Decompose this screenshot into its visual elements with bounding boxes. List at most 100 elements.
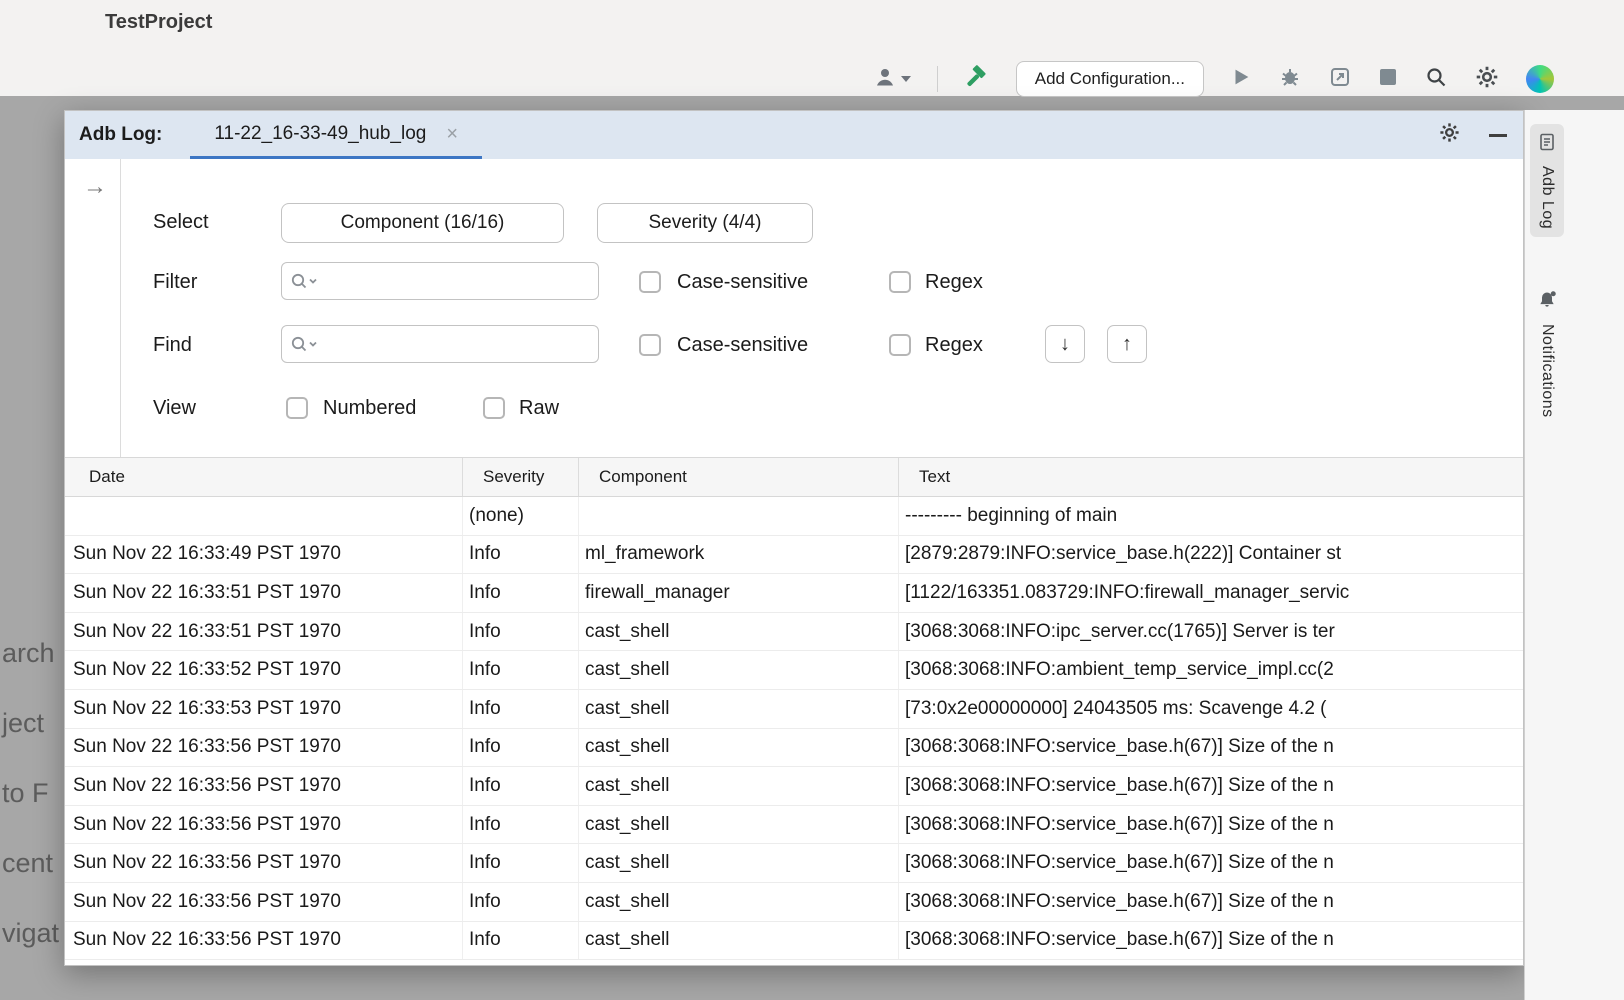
find-previous-button[interactable]: ↑ (1107, 325, 1147, 363)
severity-filter-button[interactable]: Severity (4/4) (597, 203, 813, 243)
log-table-row[interactable]: (none) --------- beginning of main (65, 497, 1523, 536)
log-table-row[interactable]: Sun Nov 22 16:33:56 PST 1970 Info cast_s… (65, 883, 1523, 922)
log-table-row[interactable]: Sun Nov 22 16:33:53 PST 1970 Info cast_s… (65, 690, 1523, 729)
filter-label: Filter (153, 271, 197, 294)
log-table-row[interactable]: Sun Nov 22 16:33:56 PST 1970 Info cast_s… (65, 806, 1523, 845)
run-icon (1230, 66, 1252, 93)
log-table-header: Date Severity Component Text (65, 457, 1523, 497)
hammer-icon (964, 64, 990, 95)
debug-bug-icon (1278, 65, 1302, 94)
tool-stripe-adb-log[interactable]: Adb Log (1530, 124, 1564, 237)
cell-text: [3068:3068:INFO:service_base.h(67)] Size… (899, 844, 1523, 882)
filter-panel: → Select Component (16/16) Severity (4/4… (65, 159, 1523, 457)
cell-date: Sun Nov 22 16:33:56 PST 1970 (65, 806, 463, 844)
log-table-row[interactable]: Sun Nov 22 16:33:51 PST 1970 Info firewa… (65, 574, 1523, 613)
log-table-row[interactable]: Sun Nov 22 16:33:52 PST 1970 Info cast_s… (65, 651, 1523, 690)
cell-component: cast_shell (579, 729, 899, 767)
search-everywhere-button[interactable] (1424, 65, 1448, 94)
window-actions (1438, 111, 1507, 159)
filter-gutter: → (65, 159, 121, 457)
cell-text: [1122/163351.083729:INFO:firewall_manage… (899, 574, 1523, 612)
cell-date: Sun Nov 22 16:33:56 PST 1970 (65, 883, 463, 921)
stop-icon (1378, 67, 1398, 92)
cell-severity: Info (463, 922, 579, 960)
log-table-row[interactable]: Sun Nov 22 16:33:49 PST 1970 Info ml_fra… (65, 536, 1523, 575)
add-configuration-button[interactable]: Add Configuration... (1016, 61, 1204, 97)
find-regex-label: Regex (925, 334, 983, 357)
cell-component: cast_shell (579, 651, 899, 689)
tool-stripe-notifications[interactable]: Notifications (1530, 282, 1564, 426)
log-table-body: (none) --------- beginning of main Sun N… (65, 497, 1523, 965)
find-case-sensitive-checkbox[interactable] (639, 334, 661, 356)
cell-date: Sun Nov 22 16:33:56 PST 1970 (65, 844, 463, 882)
log-table-row[interactable]: Sun Nov 22 16:33:56 PST 1970 Info cast_s… (65, 767, 1523, 806)
cell-component (579, 497, 899, 535)
cell-severity: Info (463, 729, 579, 767)
component-filter-button[interactable]: Component (16/16) (281, 203, 564, 243)
column-header-component[interactable]: Component (579, 458, 899, 496)
cell-severity: Info (463, 574, 579, 612)
search-icon (1424, 65, 1448, 94)
column-header-text[interactable]: Text (899, 458, 1523, 496)
numbered-label: Numbered (323, 397, 416, 420)
view-label: View (153, 397, 196, 420)
filter-regex-checkbox[interactable] (889, 271, 911, 293)
find-input[interactable] (281, 325, 599, 363)
cell-severity: Info (463, 613, 579, 651)
adb-log-window: Adb Log: 11-22_16-33-49_hub_log × → (64, 110, 1524, 966)
log-table-row[interactable]: Sun Nov 22 16:33:56 PST 1970 Info cast_s… (65, 844, 1523, 883)
cell-component: ml_framework (579, 536, 899, 574)
hide-window-button[interactable] (1489, 134, 1507, 137)
cell-component: cast_shell (579, 613, 899, 651)
cell-date (65, 497, 463, 535)
cell-component: cast_shell (579, 922, 899, 960)
cell-text: [3068:3068:INFO:service_base.h(67)] Size… (899, 922, 1523, 960)
cell-severity: Info (463, 806, 579, 844)
filter-input-wrap (281, 262, 599, 300)
debug-button[interactable] (1278, 65, 1302, 94)
cell-text: [3068:3068:INFO:service_base.h(67)] Size… (899, 729, 1523, 767)
cell-date: Sun Nov 22 16:33:52 PST 1970 (65, 651, 463, 689)
raw-checkbox[interactable] (483, 397, 505, 419)
cell-severity: Info (463, 651, 579, 689)
cell-component: cast_shell (579, 806, 899, 844)
find-next-button[interactable]: ↓ (1045, 325, 1085, 363)
stop-button[interactable] (1378, 67, 1398, 92)
cell-component: cast_shell (579, 767, 899, 805)
adb-log-title: Adb Log: (79, 124, 162, 146)
settings-button[interactable] (1474, 64, 1500, 95)
close-icon[interactable]: × (446, 124, 458, 144)
build-hammer-button[interactable] (964, 64, 990, 95)
cell-text: [73:0x2e00000000] 24043505 ms: Scavenge … (899, 690, 1523, 728)
cell-text: [3068:3068:INFO:ipc_server.cc(1765)] Ser… (899, 613, 1523, 651)
profiler-button[interactable] (1328, 65, 1352, 94)
cell-severity: Info (463, 767, 579, 805)
filter-case-sensitive-checkbox[interactable] (639, 271, 661, 293)
numbered-checkbox[interactable] (286, 397, 308, 419)
tool-stripe-adb-log-label: Adb Log (1538, 166, 1556, 229)
background-text-fragment: cent (2, 848, 53, 879)
run-button[interactable] (1230, 66, 1252, 93)
collapse-panel-button[interactable]: → (83, 173, 107, 201)
column-header-severity[interactable]: Severity (463, 458, 579, 496)
column-header-date[interactable]: Date (65, 458, 463, 496)
cell-date: Sun Nov 22 16:33:56 PST 1970 (65, 922, 463, 960)
profiler-icon (1328, 65, 1352, 94)
log-table-row[interactable]: Sun Nov 22 16:33:51 PST 1970 Info cast_s… (65, 613, 1523, 652)
log-table-row[interactable]: Sun Nov 22 16:33:56 PST 1970 Info cast_s… (65, 729, 1523, 768)
filter-input[interactable] (281, 262, 599, 300)
cell-text: [3068:3068:INFO:service_base.h(67)] Size… (899, 806, 1523, 844)
search-with-history-icon (290, 335, 320, 358)
studio-logo-icon (1526, 65, 1554, 93)
gear-icon (1474, 64, 1500, 95)
toolbar-divider (937, 66, 938, 92)
find-input-wrap (281, 325, 599, 363)
user-menu-button[interactable] (873, 65, 911, 94)
find-label: Find (153, 334, 192, 357)
background-text-fragment: arch (2, 638, 55, 669)
log-tab[interactable]: 11-22_16-33-49_hub_log × (190, 111, 482, 159)
find-regex-checkbox[interactable] (889, 334, 911, 356)
log-table-row[interactable]: Sun Nov 22 16:33:56 PST 1970 Info cast_s… (65, 922, 1523, 961)
window-settings-button[interactable] (1438, 121, 1461, 149)
search-with-history-icon (290, 272, 320, 295)
